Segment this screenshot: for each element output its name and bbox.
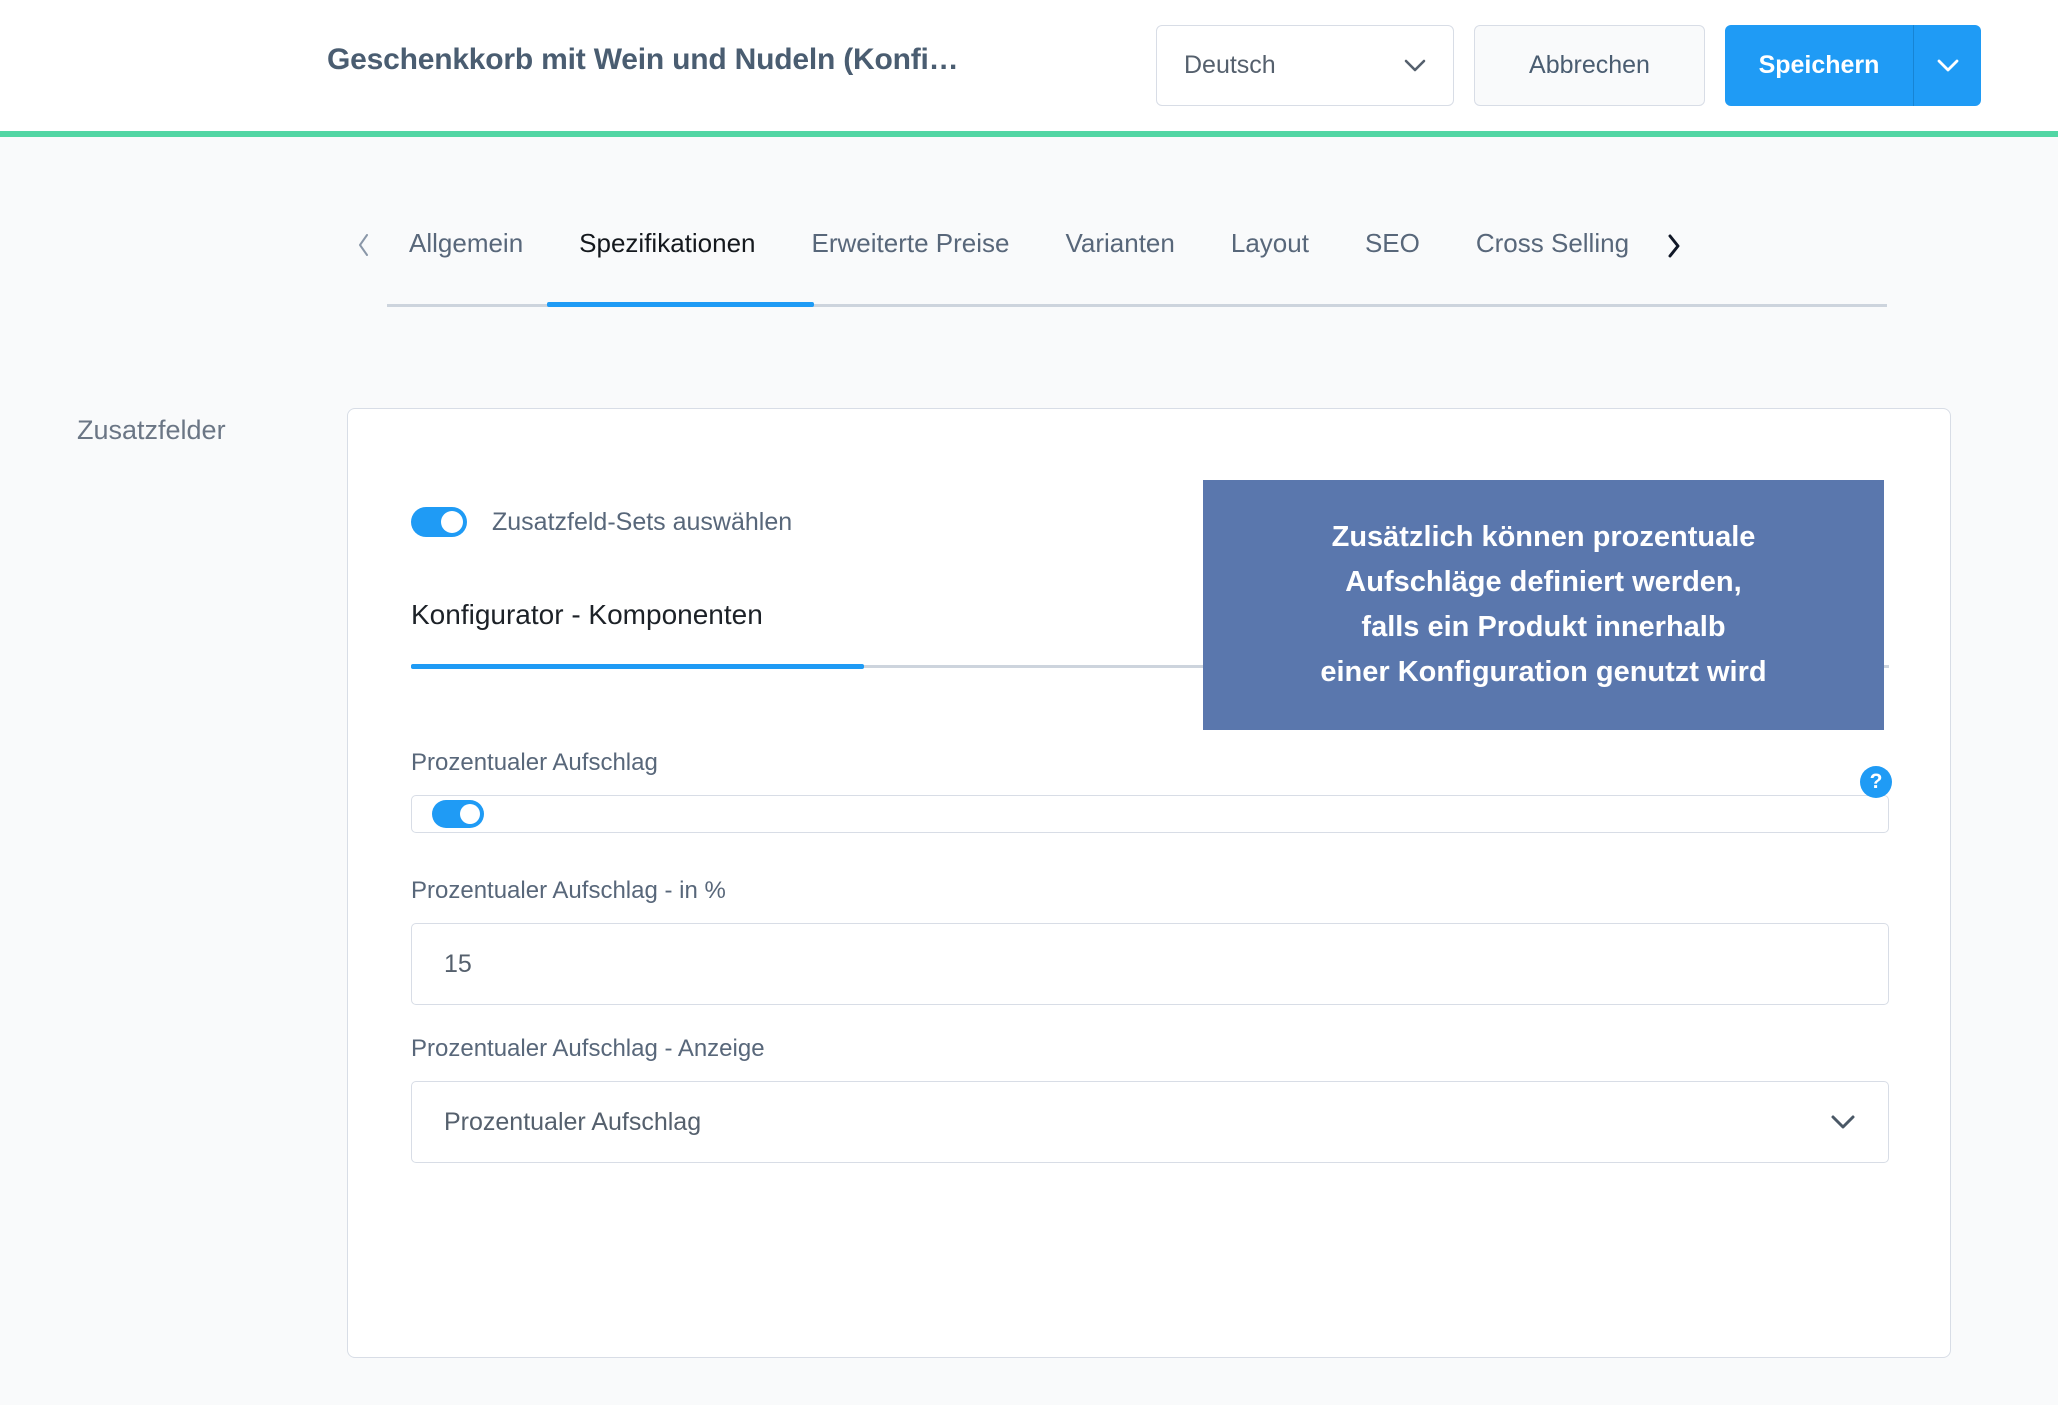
inner-tab-konfigurator-komponenten[interactable]: Konfigurator - Komponenten [411, 599, 763, 665]
tooltip-line: Aufschläge definiert werden, [1345, 566, 1742, 598]
annotation-tooltip: Zusätzlich können prozentuale Aufschläge… [1203, 480, 1884, 730]
inner-tab-active-indicator [411, 664, 864, 669]
sets-toggle-label: Zusatzfeld-Sets auswählen [492, 507, 793, 536]
app-header: Geschenkkorb mit Wein und Nudeln (Konfi…… [0, 0, 2058, 131]
field-prozentualer-aufschlag-anzeige: Prozentualer Aufschlag - Anzeige Prozent… [411, 1035, 1889, 1163]
tab-list: Allgemein Spezifikationen Erweiterte Pre… [347, 218, 1947, 286]
tab-layout[interactable]: Layout [1203, 218, 1337, 285]
field-label-prozentualer-aufschlag-anzeige: Prozentualer Aufschlag - Anzeige [411, 1035, 765, 1062]
tab-navigation: Allgemein Spezifikationen Erweiterte Pre… [347, 218, 1947, 308]
header-actions: Deutsch Abbrechen Speichern [1156, 25, 2058, 106]
display-select[interactable]: Prozentualer Aufschlag [411, 1081, 1889, 1163]
tab-cross-selling[interactable]: Cross Selling [1448, 218, 1657, 285]
help-circle-icon[interactable]: ? [1860, 766, 1892, 798]
sets-toggle-switch[interactable] [411, 507, 467, 537]
tooltip-line: einer Konfiguration genutzt wird [1320, 656, 1767, 688]
tab-seo[interactable]: SEO [1337, 218, 1448, 285]
tabs-scroll-left-button[interactable] [347, 218, 381, 257]
tab-spezifikationen[interactable]: Spezifikationen [551, 218, 783, 285]
chevron-down-icon [1404, 59, 1426, 73]
language-select[interactable]: Deutsch [1156, 25, 1454, 106]
chevron-down-icon [1830, 1114, 1856, 1130]
cancel-button[interactable]: Abbrechen [1474, 25, 1705, 106]
save-button-group: Speichern [1725, 25, 1981, 106]
surcharge-toggle-field[interactable] [411, 795, 1889, 833]
tab-allgemein[interactable]: Allgemein [381, 218, 551, 285]
field-label-prozentualer-aufschlag-prozent: Prozentualer Aufschlag - in % [411, 877, 726, 904]
language-select-value: Deutsch [1184, 51, 1276, 79]
tooltip-line: Zusätzlich können prozentuale [1331, 521, 1756, 553]
display-select-value: Prozentualer Aufschlag [444, 1107, 702, 1136]
chevron-left-icon [357, 233, 371, 257]
accent-bar [0, 131, 2058, 137]
tabs-active-indicator [547, 302, 814, 307]
chevron-down-icon [1937, 59, 1959, 73]
toggle-knob [441, 511, 463, 533]
percent-input[interactable] [411, 923, 1889, 1005]
surcharge-toggle-switch[interactable] [432, 800, 484, 828]
toggle-knob [460, 804, 480, 824]
tab-erweiterte-preise[interactable]: Erweiterte Preise [784, 218, 1038, 285]
section-label-zusatzfelder: Zusatzfelder [77, 415, 226, 445]
tabs-scroll-right-button[interactable] [1657, 218, 1691, 259]
tab-varianten[interactable]: Varianten [1037, 218, 1202, 285]
chevron-right-icon [1666, 233, 1682, 259]
save-dropdown-button[interactable] [1913, 25, 1981, 106]
field-prozentualer-aufschlag-prozent: Prozentualer Aufschlag - in % [411, 877, 1889, 1005]
field-prozentualer-aufschlag: Prozentualer Aufschlag [411, 749, 1889, 833]
field-label-prozentualer-aufschlag: Prozentualer Aufschlag [411, 749, 658, 776]
sets-toggle-row[interactable]: Zusatzfeld-Sets auswählen [411, 507, 792, 537]
page-title: Geschenkkorb mit Wein und Nudeln (Konfi… [327, 43, 959, 76]
save-button[interactable]: Speichern [1725, 25, 1913, 106]
tooltip-line: falls ein Produkt innerhalb [1361, 611, 1726, 643]
